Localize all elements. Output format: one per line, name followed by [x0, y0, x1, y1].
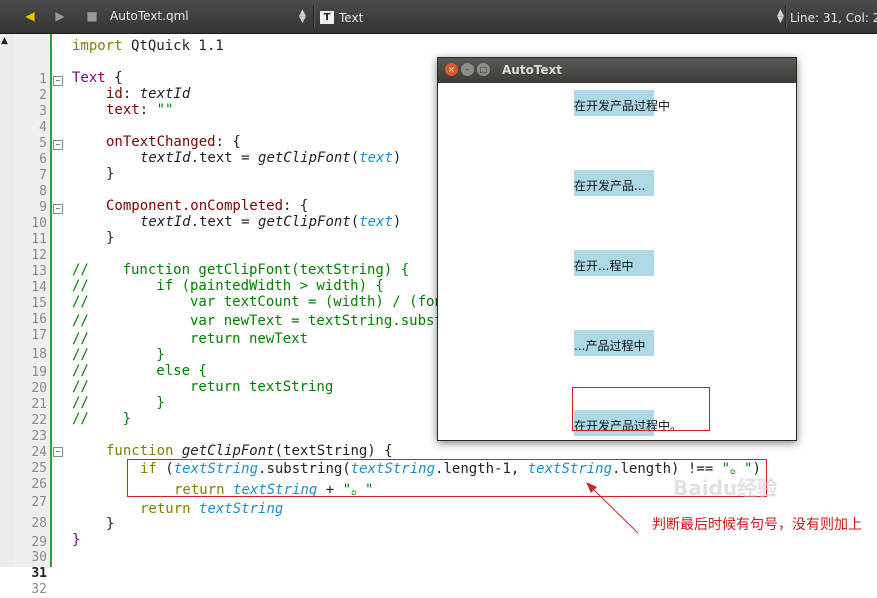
line-number: 14: [31, 280, 47, 295]
code-line: textId.text = getClipFont(text): [140, 150, 402, 166]
code-line: textId.text = getClipFont(text): [140, 214, 402, 230]
text-item: 在开...程中: [574, 250, 654, 276]
comment-line: // else {: [72, 363, 207, 379]
comment-line: // function getClipFont(textString) {: [72, 262, 410, 278]
highlight-box: [127, 459, 767, 497]
toolbar-divider: [785, 6, 787, 28]
symbol-selector-chevron-icon[interactable]: ▲ ▼: [777, 9, 784, 25]
line-number: 18: [31, 347, 47, 362]
line-number: 3: [39, 104, 47, 119]
line-number: 4: [39, 120, 47, 135]
comment-line: // }: [72, 411, 132, 427]
line-number: 9: [39, 200, 47, 215]
code-line: function getClipFont(textString) {: [106, 443, 393, 459]
line-number: 19: [31, 365, 47, 380]
code-line: Component.onCompleted: {: [106, 198, 309, 214]
fold-toggle-icon[interactable]: −: [53, 76, 63, 86]
file-name[interactable]: AutoText.qml: [110, 9, 189, 23]
comment-line: // return textString: [72, 379, 334, 395]
annotation-arrow: [586, 482, 639, 534]
file-selector-chevron-icon[interactable]: ▲ ▼: [299, 9, 306, 25]
line-number: 17: [31, 328, 47, 343]
comment-line: // }: [72, 347, 165, 363]
comment-line: // var textCount = (width) / (fon: [72, 294, 443, 310]
line-number: 26: [31, 477, 47, 492]
line-number: 15: [31, 296, 47, 311]
lock-icon: ■: [86, 9, 98, 23]
editor-toolbar: ◀ ▶ ■ AutoText.qml ▲ ▼ T Text ▲ ▼ Line: 31…: [0, 0, 877, 34]
back-arrow-icon[interactable]: ◀: [22, 8, 38, 24]
cursor-position: Line: 31, Col: 2: [790, 11, 877, 25]
fold-toggle-icon[interactable]: −: [53, 447, 63, 457]
symbol-selector[interactable]: Text: [339, 11, 363, 25]
autotext-window: × – □ AutoText 在开发产品过程中 在开发产品... 在开...程中…: [437, 57, 797, 441]
text-symbol-icon: T: [320, 11, 334, 24]
forward-arrow-icon[interactable]: ▶: [52, 8, 68, 24]
highlight-box: [572, 387, 710, 431]
text-item: 在开发产品...: [574, 170, 654, 196]
comment-line: // }: [72, 395, 165, 411]
line-number: 12: [31, 248, 47, 263]
line-number: 28: [31, 516, 47, 531]
fold-margin: [50, 34, 68, 567]
fold-toggle-icon[interactable]: −: [53, 204, 63, 214]
line-number: 30: [31, 550, 47, 565]
code-line: }: [106, 516, 115, 532]
line-number: 31: [31, 566, 47, 581]
code-line: import QtQuick 1.1: [72, 38, 224, 54]
minimize-icon[interactable]: –: [461, 63, 474, 76]
code-line: Text {: [72, 70, 123, 86]
line-number: 29: [31, 535, 47, 550]
line-number: 32: [31, 582, 47, 597]
line-number: 1: [39, 72, 47, 87]
line-number: 10: [31, 216, 47, 231]
code-line: onTextChanged: {: [106, 134, 241, 150]
code-line: id: textId: [106, 86, 191, 102]
window-titlebar[interactable]: × – □ AutoText: [438, 58, 796, 83]
line-number: 5: [39, 136, 47, 151]
line-number: 6: [39, 152, 47, 167]
code-line: text: "": [106, 102, 174, 118]
line-number: 21: [31, 397, 47, 412]
comment-line: // var newText = textString.subst: [72, 313, 443, 329]
line-number: 8: [39, 184, 47, 199]
maximize-icon[interactable]: □: [477, 63, 490, 76]
line-number: 7: [39, 168, 47, 183]
code-line: return textString: [140, 501, 284, 517]
code-line: }: [106, 230, 115, 246]
line-number: 24: [31, 445, 47, 460]
watermark: Baidu经验: [673, 476, 778, 500]
text-item: 在开发产品过程中: [574, 90, 670, 116]
code-line: }: [72, 532, 81, 548]
toolbar-divider: [313, 6, 315, 28]
line-number: 11: [31, 232, 47, 247]
line-number: 22: [31, 413, 47, 428]
window-title: AutoText: [502, 63, 563, 77]
line-number: 16: [31, 312, 47, 327]
code-line: }: [106, 166, 115, 182]
scrollbar[interactable]: ▲: [0, 34, 15, 567]
line-number: 13: [31, 264, 47, 279]
comment-line: // if (paintedWidth > width) {: [72, 278, 384, 294]
line-number: 2: [39, 88, 47, 103]
scroll-up-arrow-icon[interactable]: ▲: [1, 36, 8, 46]
fold-toggle-icon[interactable]: −: [53, 140, 63, 150]
line-number: 27: [31, 495, 47, 510]
line-number: 20: [31, 381, 47, 396]
line-number: 23: [31, 429, 47, 444]
annotation-note: 判断最后时候有句号，没有则加上: [652, 517, 862, 533]
close-icon[interactable]: ×: [445, 63, 458, 76]
comment-line: // return newText: [72, 331, 309, 347]
text-item: ...产品过程中: [574, 330, 654, 356]
line-number: 25: [31, 461, 47, 476]
